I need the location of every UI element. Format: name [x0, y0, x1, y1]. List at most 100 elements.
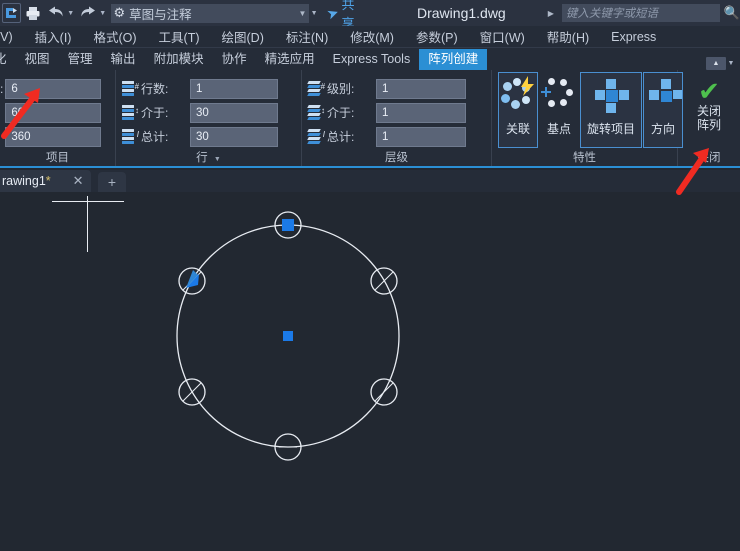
plus-icon: +	[107, 174, 117, 190]
direction-button[interactable]: 方向	[643, 72, 683, 148]
ribbon-panel-items: : 6 : 60 : 360 项目	[0, 70, 116, 166]
ribbon-panel-close: ✔ 关闭 阵列 关闭	[678, 70, 740, 166]
new-tab-button[interactable]: +	[98, 172, 126, 192]
tab-featured-apps[interactable]: 精选应用	[256, 49, 324, 70]
ribbon-tabbar-right: ▲ ▼	[706, 57, 740, 70]
items-fill-input[interactable]: 360	[5, 126, 102, 147]
undo-icon[interactable]	[45, 2, 66, 24]
items-between-row: : 60	[0, 102, 109, 123]
levels-count-input[interactable]: 1	[376, 78, 466, 99]
direction-label: 方向	[650, 122, 675, 136]
search-icon[interactable]: 🔍	[724, 5, 740, 21]
title-expand-icon[interactable]: ▶	[548, 9, 554, 18]
ribbon-panel-rows: # 行数: 1 ↕ 介于: 30 I 总计: 30 行 ▼	[116, 70, 302, 166]
menu-item-dimension[interactable]: 标注(N)	[275, 27, 339, 46]
levels-count-label: 级别:	[327, 82, 355, 96]
menu-item-help[interactable]: 帮助(H)	[536, 27, 600, 46]
rows-total-input[interactable]: 30	[190, 126, 278, 147]
menu-item-view[interactable]: (V)	[0, 30, 24, 44]
rotate-items-label: 旋转项目	[586, 122, 635, 136]
rotate-items-button[interactable]: 旋转项目	[580, 72, 642, 148]
document-tab-name: rawing1	[2, 174, 46, 188]
title-bar: ▼ ▼ ⚙ 草图与注释 ▼ ▼ ➤ 共享 Drawing1.dwg ▶ 键入关键…	[0, 0, 740, 31]
search-placeholder: 键入关键字或短语	[565, 8, 658, 20]
workspace-more-icon[interactable]: ▼	[309, 10, 318, 17]
document-title: Drawing1.dwg	[417, 5, 506, 21]
autocad-window: ▼ ▼ ⚙ 草图与注释 ▼ ▼ ➤ 共享 Drawing1.dwg ▶ 键入关键…	[0, 0, 740, 551]
workspace-selector[interactable]: ⚙ 草图与注释 ▼	[111, 3, 310, 23]
direction-icon	[644, 76, 682, 120]
rows-total-icon: I	[122, 129, 139, 144]
levels-between-row: ↕ 介于: 1	[307, 102, 485, 123]
document-tab-drawing1[interactable]: rawing1* ✕	[0, 170, 91, 192]
rows-total-row: I 总计: 30	[122, 126, 295, 147]
search-input[interactable]: 键入关键字或短语	[561, 4, 720, 22]
green-check-icon: ✔	[698, 76, 720, 106]
menu-item-parametric[interactable]: 参数(P)	[405, 27, 469, 46]
levels-total-icon: I	[307, 129, 325, 144]
menu-item-tools[interactable]: 工具(T)	[148, 27, 211, 46]
menu-item-draw[interactable]: 绘图(D)	[211, 27, 275, 46]
close-icon[interactable]: ✕	[73, 173, 84, 189]
redo-dropdown-icon[interactable]: ▼	[98, 10, 107, 17]
menu-item-format[interactable]: 格式(O)	[82, 27, 147, 46]
ribbon-panel-levels: # 级别: 1 ↕ 介于: 1 I 总计: 1 层级	[302, 70, 492, 166]
rows-between-label: 介于:	[141, 106, 169, 120]
rows-between-input[interactable]: 30	[190, 102, 278, 123]
tab-express-tools[interactable]: Express Tools	[324, 49, 420, 70]
rows-count-label: 行数:	[141, 82, 169, 96]
ribbon-tab-bar: 化 视图 管理 输出 附加模块 协作 精选应用 Express Tools 阵列…	[0, 48, 740, 70]
items-count-icon: :	[0, 81, 4, 96]
menu-item-express[interactable]: Express	[600, 30, 667, 44]
tab-output[interactable]: 输出	[102, 49, 145, 70]
associative-icon	[499, 76, 537, 120]
panel-title-rows[interactable]: 行 ▼	[116, 151, 301, 166]
tab-view[interactable]: 视图	[16, 49, 59, 70]
undo-dropdown-icon[interactable]: ▼	[66, 10, 75, 17]
tab-array-creation[interactable]: 阵列创建	[419, 49, 488, 70]
ribbon-panel-bar: : 6 : 60 : 360 项目	[0, 70, 740, 168]
array-item-5-slash	[374, 382, 394, 402]
redo-icon[interactable]	[77, 2, 98, 24]
menu-item-insert[interactable]: 插入(I)	[24, 27, 83, 46]
tab-manage[interactable]: 管理	[59, 49, 102, 70]
source-item-grip	[282, 219, 294, 231]
base-point-label: 基点	[546, 122, 571, 136]
levels-between-input[interactable]: 1	[376, 102, 466, 123]
levels-total-input[interactable]: 1	[376, 126, 466, 147]
base-point-button[interactable]: 基点	[539, 72, 579, 148]
ribbon-options-chevron-icon[interactable]: ▼	[726, 60, 736, 67]
items-fill-row: : 360	[0, 126, 109, 147]
levels-total-label: 总计:	[327, 130, 355, 144]
rows-count-input[interactable]: 1	[190, 78, 278, 99]
levels-between-label: 介于:	[327, 106, 355, 120]
workspace-label: 草图与注释	[129, 7, 192, 22]
minimize-ribbon-icon[interactable]: ▲	[706, 57, 726, 70]
tab-addins[interactable]: 附加模块	[145, 49, 213, 70]
autocad-app-icon[interactable]	[2, 3, 21, 23]
close-array-label-line1: 关闭	[696, 104, 721, 118]
ribbon-panel-properties: 关联 基点 旋转项目 方向 特性	[492, 70, 683, 166]
menu-item-window[interactable]: 窗口(W)	[469, 27, 536, 46]
tab-collaborate[interactable]: 协作	[213, 49, 256, 70]
menu-bar: (V) 插入(I) 格式(O) 工具(T) 绘图(D) 标注(N) 修改(M) …	[0, 26, 740, 48]
chevron-down-icon[interactable]: ▼	[299, 9, 307, 18]
levels-total-row: I 总计: 1	[307, 126, 485, 147]
polar-array-geometry	[176, 211, 400, 461]
close-array-button[interactable]: ✔ 关闭 阵列	[697, 74, 721, 132]
rows-count-icon: #	[122, 81, 139, 96]
items-between-input[interactable]: 60	[5, 102, 102, 123]
panel-expand-chevron-icon[interactable]: ▼	[214, 156, 221, 163]
associative-button[interactable]: 关联	[498, 72, 538, 148]
print-icon[interactable]	[23, 2, 44, 24]
items-count-input[interactable]: 6	[5, 78, 102, 99]
base-point-icon	[540, 76, 578, 120]
panel-title-levels: 层级	[385, 152, 408, 164]
drawing-canvas[interactable]	[0, 192, 740, 551]
rows-total-label: 总计:	[141, 130, 169, 144]
rows-count-row: # 行数: 1	[122, 78, 295, 99]
levels-between-icon: ↕	[307, 105, 325, 120]
tab-visualize[interactable]: 化	[0, 49, 16, 70]
associative-label: 关联	[505, 122, 530, 136]
menu-item-modify[interactable]: 修改(M)	[339, 27, 405, 46]
